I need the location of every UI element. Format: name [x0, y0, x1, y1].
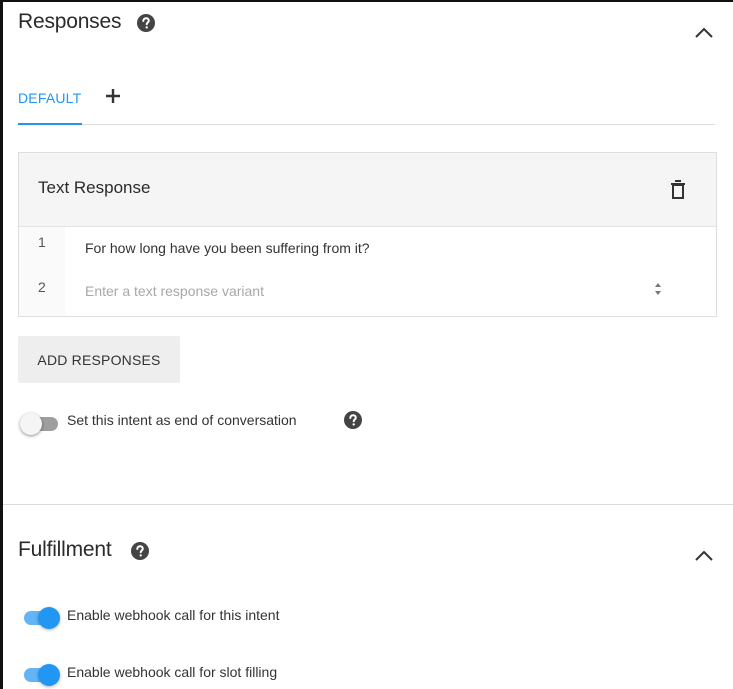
toggle-thumb [38, 664, 60, 686]
fulfillment-title: Fulfillment [18, 538, 112, 561]
help-icon[interactable] [344, 411, 362, 429]
section-divider [3, 504, 733, 505]
tab-active-indicator [18, 123, 82, 125]
webhook-slot-label: Enable webhook call for slot filling [67, 664, 278, 680]
add-tab-plus-icon[interactable] [103, 86, 123, 106]
collapse-responses-chevron-up-icon[interactable] [694, 26, 714, 40]
card-title: Text Response [38, 178, 151, 197]
card-header: Text Response [19, 153, 716, 227]
response-text-input[interactable]: Enter a text response variant [85, 283, 264, 299]
help-icon[interactable] [137, 14, 155, 32]
row-number: 2 [38, 279, 46, 295]
toggle-thumb [20, 413, 42, 435]
spinner-arrows-icon[interactable] [654, 282, 662, 296]
row-number: 1 [38, 234, 46, 250]
help-icon[interactable] [131, 542, 149, 560]
trash-icon[interactable] [670, 180, 686, 200]
window-border-top [0, 0, 733, 2]
collapse-fulfillment-chevron-up-icon[interactable] [694, 549, 714, 563]
toggle-thumb [38, 607, 60, 629]
text-response-card: Text Response 1 For how long have you be… [18, 152, 717, 317]
tab-default[interactable]: DEFAULT [18, 90, 81, 106]
webhook-slot-toggle[interactable] [20, 664, 60, 686]
webhook-intent-toggle[interactable] [20, 607, 60, 629]
window-border-left [0, 0, 3, 689]
add-responses-button[interactable]: ADD RESPONSES [18, 336, 180, 383]
end-conversation-label: Set this intent as end of conversation [67, 412, 297, 428]
end-conversation-toggle[interactable] [20, 413, 60, 435]
response-text-row-1[interactable]: For how long have you been suffering fro… [85, 240, 370, 256]
tab-bar-divider [18, 124, 715, 125]
webhook-intent-label: Enable webhook call for this intent [67, 607, 280, 623]
responses-title: Responses [18, 10, 122, 33]
